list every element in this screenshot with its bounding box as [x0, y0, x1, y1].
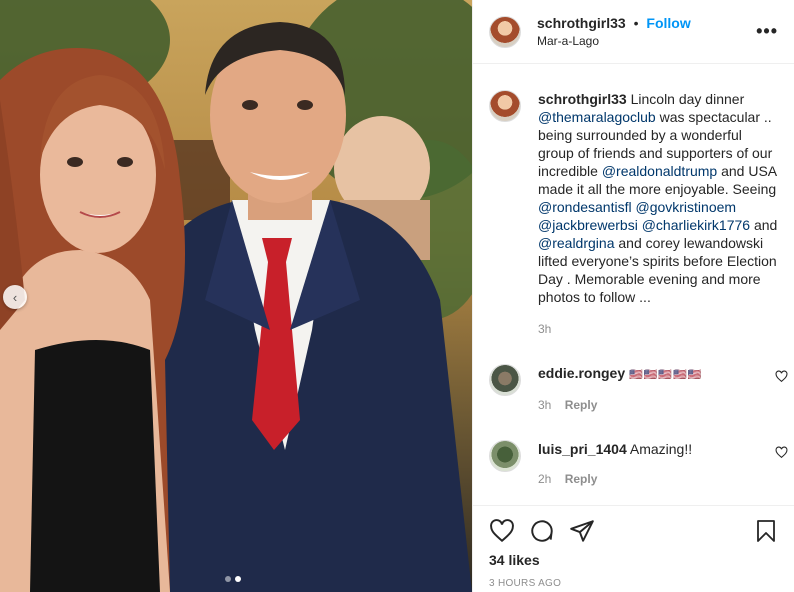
carousel-prev-button[interactable]: ‹: [3, 285, 27, 309]
comment-meta: 3h Reply: [538, 396, 773, 414]
comments-section[interactable]: schrothgirl33 Lincoln day dinner @themar…: [473, 64, 794, 505]
avatar[interactable]: [489, 15, 521, 48]
caption-username[interactable]: schrothgirl33: [538, 91, 627, 107]
avatar[interactable]: [489, 440, 521, 472]
comment-item: eddie.rongey 🇺🇸🇺🇸🇺🇸🇺🇸🇺🇸 3h Reply: [489, 364, 788, 414]
post-header: schrothgirl33 • Follow Mar-a-Lago •••: [473, 0, 794, 64]
comment-body: eddie.rongey 🇺🇸🇺🇸🇺🇸🇺🇸🇺🇸 3h Reply: [538, 364, 773, 414]
caption-body: schrothgirl33 Lincoln day dinner @themar…: [538, 90, 778, 338]
photo-illustration: [0, 0, 472, 592]
likes-count[interactable]: 34 likes: [489, 552, 778, 568]
comment-meta: 2h Reply: [538, 470, 773, 488]
mention-link[interactable]: @themaralagoclub: [538, 109, 656, 125]
bookmark-icon[interactable]: [754, 518, 778, 544]
mention-link[interactable]: @realdrgina: [538, 235, 614, 251]
reply-button[interactable]: Reply: [565, 398, 598, 412]
instagram-post: ‹ schrothgirl33 • Follow Mar-a-Lago •••: [0, 0, 794, 592]
author-username[interactable]: schrothgirl33: [537, 15, 626, 31]
comment-text: Amazing!!: [629, 441, 693, 457]
post-side-panel: schrothgirl33 • Follow Mar-a-Lago ••• sc…: [472, 0, 794, 592]
carousel-dot-active: [235, 576, 241, 582]
mention-link[interactable]: @rondesantisfl: [538, 199, 632, 215]
caption: schrothgirl33 Lincoln day dinner @themar…: [489, 90, 778, 338]
post-header-meta: schrothgirl33 • Follow Mar-a-Lago: [537, 14, 691, 50]
like-heart-icon[interactable]: [489, 518, 515, 544]
comment-username[interactable]: eddie.rongey: [538, 365, 625, 381]
carousel-dots: [225, 576, 241, 582]
avatar[interactable]: [489, 364, 521, 396]
mention-link[interactable]: @realdonaldtrump: [602, 163, 717, 179]
share-plane-icon[interactable]: [569, 518, 595, 544]
action-icons: [489, 506, 778, 556]
heart-icon[interactable]: [775, 446, 788, 459]
caption-text: Lincoln day dinner: [630, 91, 745, 107]
comment-body: luis_pri_1404 Amazing!! 2h Reply: [538, 440, 773, 488]
post-actions: 34 likes 3 HOURS AGO: [473, 505, 794, 589]
caption-text: and: [753, 217, 778, 233]
location-link[interactable]: Mar-a-Lago: [537, 32, 691, 50]
comment-username[interactable]: luis_pri_1404: [538, 441, 627, 457]
avatar[interactable]: [489, 90, 521, 122]
separator: •: [633, 14, 639, 31]
post-photo[interactable]: ‹: [0, 0, 472, 592]
reply-button[interactable]: Reply: [565, 472, 598, 486]
more-options-button[interactable]: •••: [756, 21, 778, 42]
carousel-dot: [225, 576, 231, 582]
follow-button[interactable]: Follow: [646, 15, 690, 31]
heart-icon[interactable]: [775, 370, 788, 383]
comment-timestamp: 2h: [538, 472, 552, 486]
comment-text: 🇺🇸🇺🇸🇺🇸🇺🇸🇺🇸: [629, 369, 703, 381]
post-timestamp: 3 HOURS AGO: [489, 578, 562, 589]
caption-timestamp: 3h: [538, 322, 552, 336]
comment-item: luis_pri_1404 Amazing!! 2h Reply: [489, 440, 788, 488]
comment-bubble-icon[interactable]: [529, 518, 555, 544]
mention-link[interactable]: @govkristinoem: [635, 199, 736, 215]
mention-link[interactable]: @jackbrewerbsi: [538, 217, 638, 233]
comment-timestamp: 3h: [538, 398, 552, 412]
mention-link[interactable]: @charliekirk1776: [642, 217, 750, 233]
